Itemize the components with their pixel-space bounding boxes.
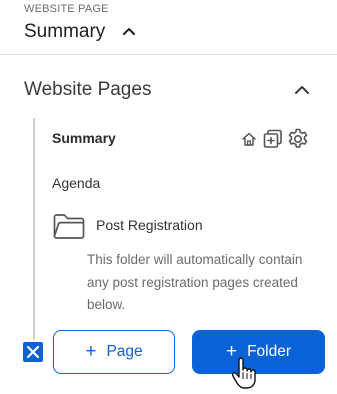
chevron-up-icon[interactable]: [122, 26, 136, 36]
add-page-button[interactable]: + Page: [53, 330, 175, 374]
page-title[interactable]: Summary: [24, 20, 105, 44]
gear-icon[interactable]: [286, 127, 310, 151]
folder-icon: [53, 214, 85, 239]
cancel-button[interactable]: [23, 342, 43, 362]
collapse-chevron-icon[interactable]: [294, 84, 310, 96]
close-icon: [26, 345, 40, 359]
page-item-actions: [240, 127, 310, 151]
header-label: WEBSITE PAGE: [24, 3, 109, 15]
home-icon[interactable]: [240, 130, 258, 148]
add-folder-button[interactable]: + Folder: [192, 330, 325, 374]
add-page-label: Page: [106, 343, 143, 360]
page-item-summary[interactable]: Summary: [52, 129, 116, 147]
folder-name[interactable]: Post Registration: [96, 216, 203, 234]
page-item-agenda[interactable]: Agenda: [52, 174, 100, 192]
section-title: Website Pages: [24, 79, 152, 100]
website-page-panel: WEBSITE PAGE Summary Website Pages Summa…: [0, 0, 337, 394]
tree-line: [33, 118, 35, 340]
header-divider: [0, 54, 337, 55]
plus-icon: +: [85, 341, 97, 362]
add-folder-label: Folder: [247, 343, 292, 360]
plus-icon: +: [225, 341, 238, 362]
add-page-icon[interactable]: [262, 128, 284, 150]
folder-description: This folder will automatically contain a…: [87, 252, 303, 312]
